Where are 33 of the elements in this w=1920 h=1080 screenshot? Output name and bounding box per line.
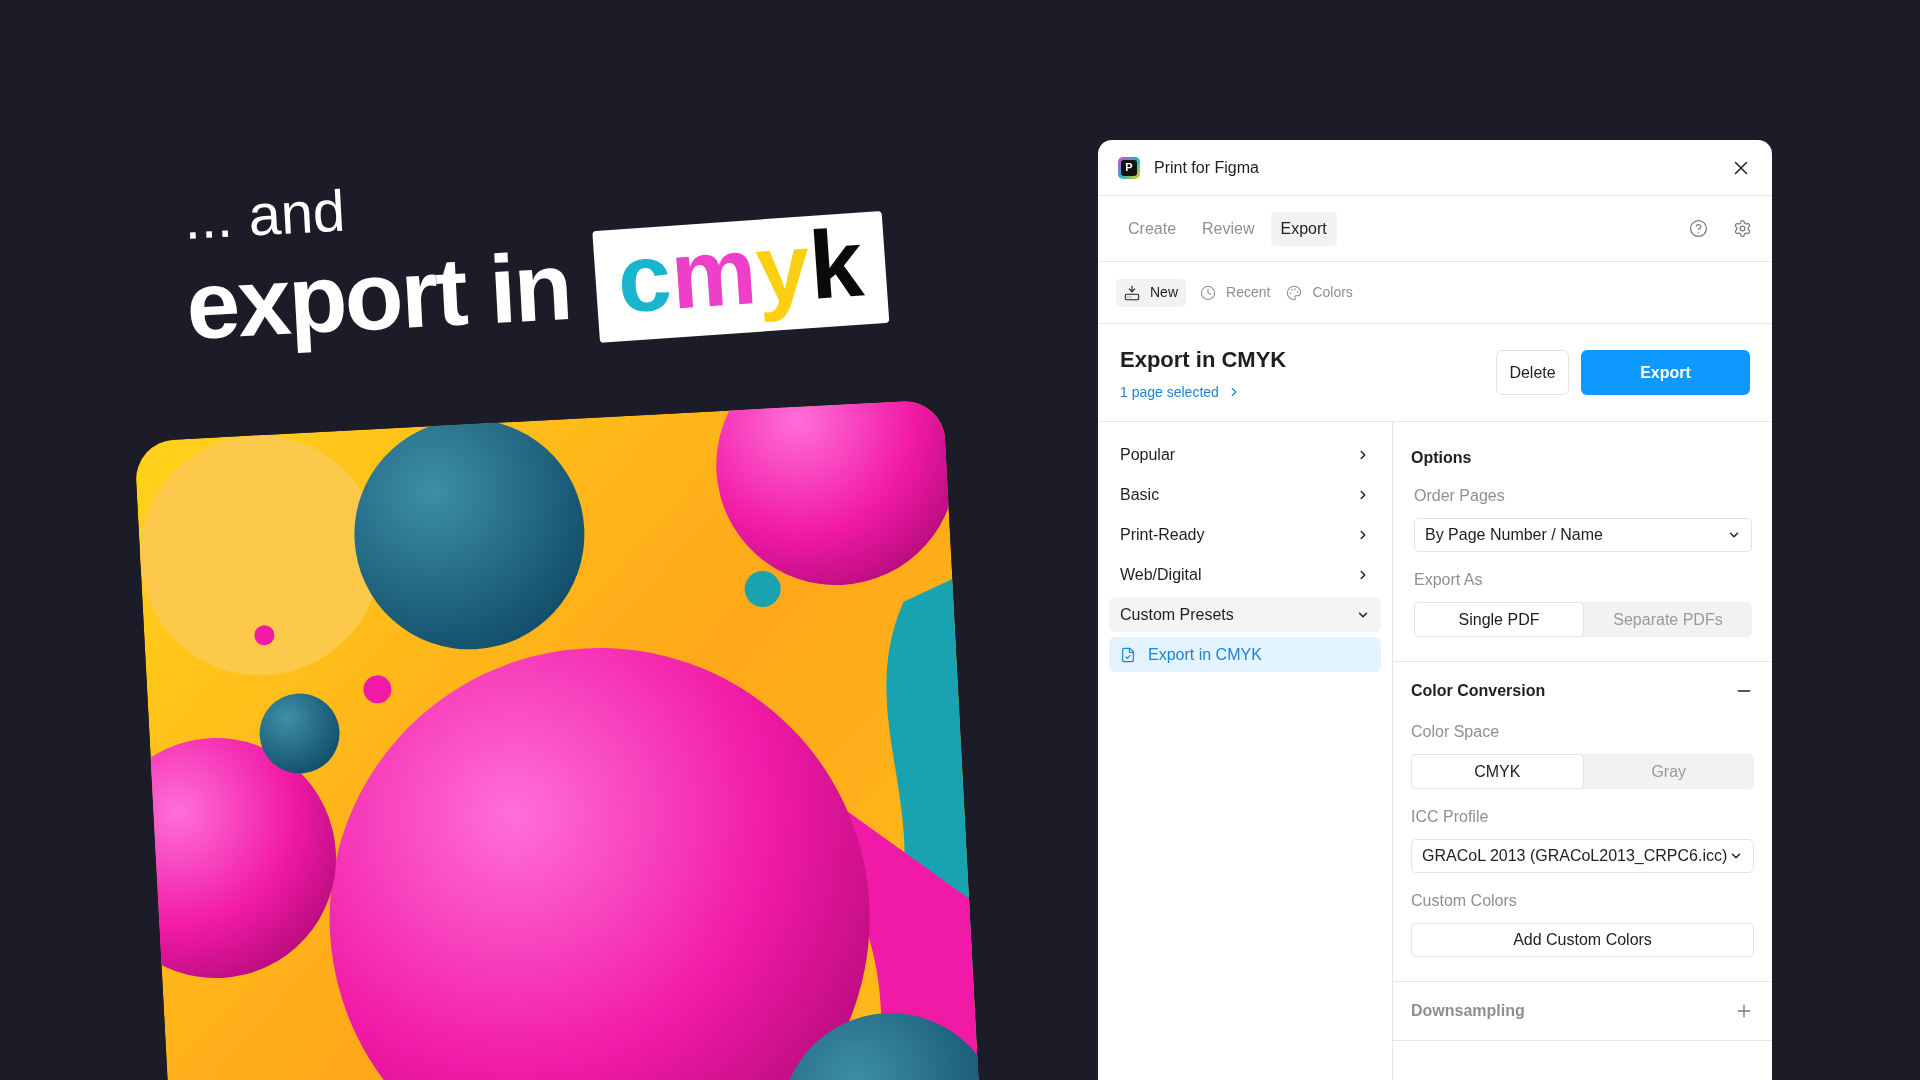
- document-icon: [1120, 646, 1136, 663]
- clock-icon: [1200, 284, 1216, 301]
- preset-category[interactable]: Web/Digital: [1109, 557, 1381, 592]
- select-field[interactable]: GRACoL 2013 (GRACoL2013_CRPC6.icc): [1411, 839, 1754, 873]
- delete-button[interactable]: Delete: [1496, 350, 1569, 395]
- preset-title: Export in CMYK: [1120, 345, 1287, 374]
- app-logo: P: [1118, 156, 1140, 179]
- pages-selected-link[interactable]: 1 page selected: [1120, 381, 1287, 403]
- palette-icon: [1286, 284, 1303, 301]
- window-title: Print for Figma: [1154, 157, 1259, 178]
- preset-category[interactable]: Popular: [1109, 437, 1381, 472]
- segment-option[interactable]: CMYK: [1411, 754, 1584, 789]
- download-icon: [1124, 284, 1140, 301]
- section-title: Downsampling: [1411, 1001, 1525, 1021]
- preset-category[interactable]: Basic: [1109, 477, 1381, 512]
- segment-option[interactable]: Single PDF: [1414, 602, 1584, 637]
- field-label: Order Pages: [1414, 486, 1506, 506]
- highlight-letter: c: [614, 227, 675, 328]
- section-title: Options: [1411, 448, 1473, 468]
- field-label: Color Space: [1411, 722, 1501, 742]
- field-label: ICC Profile: [1411, 807, 1490, 827]
- settings-icon[interactable]: [1733, 219, 1752, 238]
- add-colors-button[interactable]: Add Custom Colors: [1411, 923, 1754, 957]
- subtab[interactable]: New: [1116, 278, 1186, 307]
- field-label: Export As: [1414, 570, 1484, 590]
- field-label: Custom Colors: [1411, 891, 1518, 911]
- headline-intro: ... and: [182, 176, 348, 248]
- select-field[interactable]: By Page Number / Name: [1414, 518, 1752, 552]
- tab[interactable]: Export: [1270, 211, 1337, 246]
- preset-category[interactable]: Custom Presets: [1109, 597, 1381, 632]
- preset-category[interactable]: Print-Ready: [1109, 517, 1381, 552]
- help-icon[interactable]: [1689, 219, 1708, 238]
- section-title: Color Conversion: [1411, 681, 1546, 701]
